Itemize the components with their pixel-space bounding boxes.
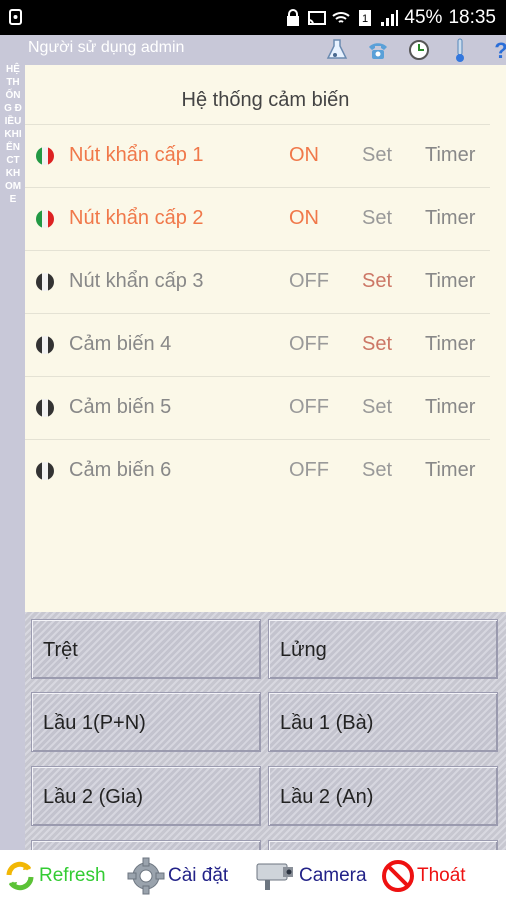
sensor-name: Nút khẩn cấp 2 [69, 207, 204, 229]
side-panel: HỆ THỐNG ĐIỀU KHIỂN CTKHOME [0, 35, 25, 850]
sim-icon: 1 [359, 9, 372, 26]
sensor-state-toggle[interactable]: OFF [289, 333, 329, 356]
user-label: Người sử dụng admin [28, 39, 185, 56]
camera-icon [256, 863, 293, 890]
battery-percent: 45% [404, 6, 443, 28]
cast-icon [308, 10, 327, 25]
room-button-lau1-pn[interactable]: Lầu 1(P+N) [31, 692, 261, 752]
status-light-icon [36, 273, 54, 291]
header: Người sử dụng admin ? [25, 35, 506, 65]
sensor-row: Nút khẩn cấp 1 ON Set Timer [25, 124, 490, 188]
settings-label: Cài đặt [168, 865, 229, 886]
set-button[interactable]: Set [362, 144, 392, 167]
status-light-icon [36, 147, 54, 165]
refresh-icon [6, 861, 34, 891]
refresh-button[interactable]: Refresh [3, 856, 106, 896]
svg-text:1: 1 [362, 13, 368, 25]
sensor-panel: Hệ thống cảm biến Nút khẩn cấp 1 ON Set … [25, 65, 506, 612]
room-button-lung[interactable]: Lửng [268, 619, 498, 679]
sensor-row: Cảm biến 5 OFF Set Timer [25, 376, 490, 440]
sensor-row: Cảm biến 4 OFF Set Timer [25, 313, 490, 377]
panel-title: Hệ thống cảm biến [181, 89, 350, 111]
svg-text:?: ? [494, 38, 506, 62]
sensor-state-toggle[interactable]: ON [289, 144, 319, 167]
sensor-row: Nút khẩn cấp 2 ON Set Timer [25, 187, 490, 251]
camera-button[interactable]: Camera [253, 856, 367, 896]
wifi-icon [332, 11, 351, 23]
flask-icon[interactable] [325, 37, 349, 63]
bottom-bar: Refresh Cài đặt Camera Thoát [0, 850, 506, 900]
set-button[interactable]: Set [362, 396, 392, 419]
phone-icon[interactable] [366, 37, 390, 63]
status-light-icon [36, 210, 54, 228]
timer-button[interactable]: Timer [425, 459, 475, 482]
sensor-name: Cảm biến 5 [69, 396, 172, 418]
status-bar: 1 45% 18:35 [0, 0, 506, 35]
gear-icon [127, 857, 165, 895]
settings-button[interactable]: Cài đặt [126, 856, 228, 896]
set-button[interactable]: Set [362, 207, 392, 230]
status-light-icon [36, 462, 54, 480]
timer-button[interactable]: Timer [425, 333, 475, 356]
room-button-partial[interactable] [268, 840, 498, 850]
lock-icon [287, 8, 300, 26]
room-button-lau2-an[interactable]: Lầu 2 (An) [268, 766, 498, 826]
status-light-icon [36, 336, 54, 354]
room-button-lau1-ba[interactable]: Lầu 1 (Bà) [268, 692, 498, 752]
timer-button[interactable]: Timer [425, 207, 475, 230]
room-buttons-area: Trệt Lửng Lầu 1(P+N) Lầu 1 (Bà) Lầu 2 (G… [25, 612, 506, 850]
sensor-name: Nút khẩn cấp 3 [69, 270, 204, 292]
refresh-clock-icon[interactable] [407, 37, 431, 63]
set-button[interactable]: Set [362, 459, 392, 482]
sensor-state-toggle[interactable]: OFF [289, 270, 329, 293]
sensor-name: Cảm biến 4 [69, 333, 172, 355]
timer-button[interactable]: Timer [425, 396, 475, 419]
set-button[interactable]: Set [362, 270, 392, 293]
no-entry-icon [382, 860, 414, 892]
thermometer-icon[interactable] [448, 37, 472, 63]
sensor-state-toggle[interactable]: ON [289, 207, 319, 230]
sensor-name: Cảm biến 6 [69, 459, 172, 481]
room-button-tret[interactable]: Trệt [31, 619, 261, 679]
sensor-state-toggle[interactable]: OFF [289, 459, 329, 482]
sensor-row: Nút khẩn cấp 3 OFF Set Timer [25, 250, 490, 314]
timer-button[interactable]: Timer [425, 270, 475, 293]
exit-button[interactable]: Thoát [381, 856, 466, 896]
refresh-label: Refresh [39, 865, 106, 886]
status-light-icon [36, 399, 54, 417]
help-icon[interactable]: ? [489, 37, 506, 63]
signal-icon [381, 9, 399, 26]
app-notification-icon [9, 9, 22, 25]
sensor-row: Cảm biến 6 OFF Set Timer [25, 439, 490, 503]
sensor-name: Nút khẩn cấp 1 [69, 144, 204, 166]
set-button[interactable]: Set [362, 333, 392, 356]
room-button-partial[interactable] [31, 840, 261, 850]
exit-label: Thoát [417, 865, 466, 886]
clock: 18:35 [448, 6, 496, 28]
camera-label: Camera [299, 865, 367, 886]
room-button-lau2-gia[interactable]: Lầu 2 (Gia) [31, 766, 261, 826]
sensor-state-toggle[interactable]: OFF [289, 396, 329, 419]
timer-button[interactable]: Timer [425, 144, 475, 167]
side-label: HỆ THỐNG ĐIỀU KHIỂN CTKHOME [4, 64, 22, 205]
